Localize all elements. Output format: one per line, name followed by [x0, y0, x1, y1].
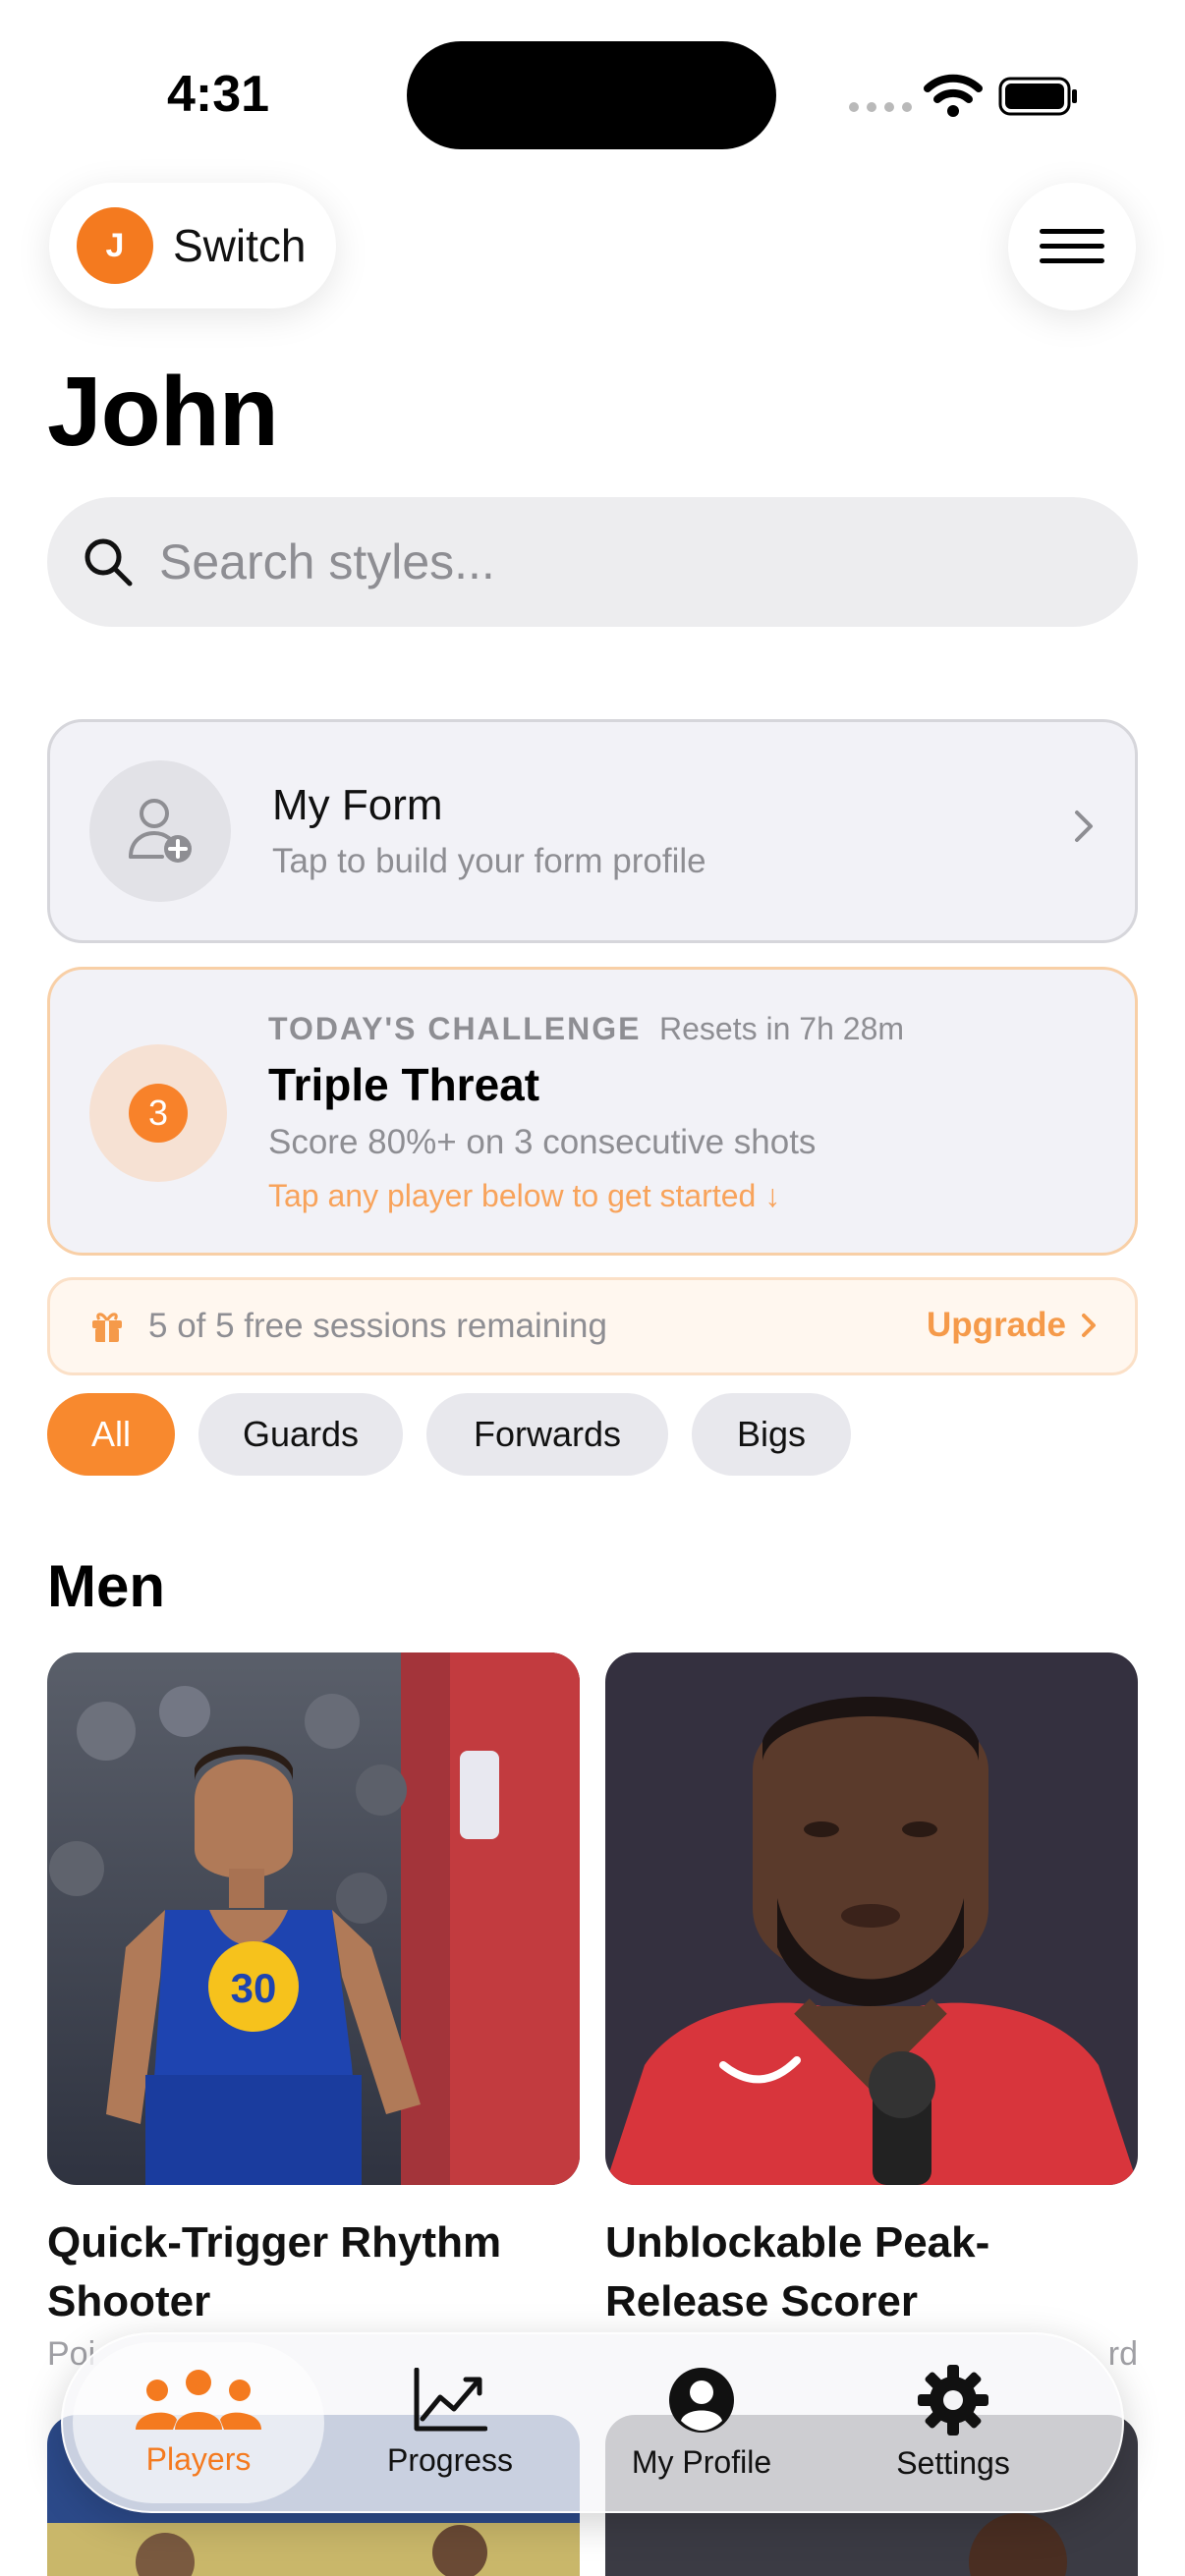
player-card[interactable]: 30 Quick-Trigger Rhythm Shooter Poi [47, 1652, 580, 2374]
switch-profile-button[interactable]: J Switch [49, 183, 336, 308]
player-card[interactable]: Unblockable Peak-Release Scorer rd [605, 1652, 1138, 2374]
chevron-right-icon [1075, 811, 1093, 842]
upgrade-button[interactable]: Upgrade [927, 1306, 1098, 1345]
tab-label: Progress [386, 2441, 514, 2478]
player-style-name: Quick-Trigger Rhythm Shooter [47, 2218, 502, 2325]
add-person-icon [129, 799, 192, 863]
player-style-name: Unblockable Peak-Release Scorer [605, 2218, 990, 2325]
tab-players[interactable]: Players [73, 2342, 324, 2503]
challenge-eyebrow: TODAY'S CHALLENGE [268, 1011, 642, 1046]
player-photo [605, 1652, 1138, 2185]
player-photo: 30 [47, 1652, 580, 2185]
tab-label: Players [145, 2440, 252, 2477]
gear-icon [918, 2364, 988, 2436]
trend-chart-icon [414, 2367, 487, 2431]
search-input[interactable] [159, 533, 1044, 590]
challenge-badge-circle: 3 [89, 1044, 227, 1182]
challenge-reset-timer: Resets in 7h 28m [659, 1011, 905, 1046]
filter-chip-forwards[interactable]: Forwards [426, 1393, 668, 1476]
filter-chip-guards[interactable]: Guards [198, 1393, 403, 1476]
my-form-title: My Form [272, 781, 443, 829]
free-sessions-banner: 5 of 5 free sessions remaining Upgrade [47, 1277, 1138, 1375]
switch-label: Switch [173, 220, 307, 271]
battery-icon [998, 77, 1077, 116]
svg-text:30: 30 [231, 1965, 277, 2011]
daily-challenge-card[interactable]: 3 TODAY'S CHALLENGE Resets in 7h 28m Tri… [47, 967, 1138, 1256]
sessions-remaining-text: 5 of 5 free sessions remaining [148, 1307, 607, 1345]
chevron-right-icon [1082, 1314, 1096, 1337]
tab-settings[interactable]: Settings [827, 2342, 1079, 2503]
form-icon-circle [89, 760, 231, 902]
challenge-description: Score 80%+ on 3 consecutive shots [268, 1123, 817, 1161]
gift-icon [92, 1313, 122, 1342]
search-icon [85, 538, 133, 587]
tab-label: My Profile [631, 2443, 772, 2480]
menu-button[interactable] [1008, 183, 1136, 310]
hamburger-icon [1040, 229, 1104, 263]
tab-label: Settings [896, 2444, 1010, 2481]
cellular-signal-icon [849, 102, 912, 112]
tab-progress[interactable]: Progress [324, 2342, 576, 2503]
position-filter-chips: All Guards Forwards Bigs [47, 1393, 851, 1476]
challenge-count-badge: 3 [129, 1084, 188, 1143]
upgrade-label: Upgrade [927, 1306, 1066, 1344]
my-form-card[interactable]: My Form Tap to build your form profile [47, 719, 1138, 943]
my-form-subtitle: Tap to build your form profile [272, 842, 706, 880]
challenge-hint: Tap any player below to get started ↓ [268, 1178, 781, 1213]
people-icon [136, 2369, 261, 2430]
bottom-tab-bar: Players Progress My Profile Settings [61, 2332, 1124, 2513]
filter-chip-bigs[interactable]: Bigs [692, 1393, 851, 1476]
page-title: John [47, 357, 279, 467]
section-title-men: Men [47, 1553, 165, 1619]
dynamic-island [407, 41, 776, 149]
person-circle-icon [669, 2367, 734, 2433]
tab-my-profile[interactable]: My Profile [576, 2342, 827, 2503]
challenge-title: Triple Threat [268, 1059, 540, 1110]
wifi-icon [924, 74, 983, 117]
filter-chip-all[interactable]: All [47, 1393, 175, 1476]
avatar: J [77, 207, 153, 284]
status-time: 4:31 [167, 66, 270, 123]
search-bar[interactable] [47, 497, 1138, 627]
